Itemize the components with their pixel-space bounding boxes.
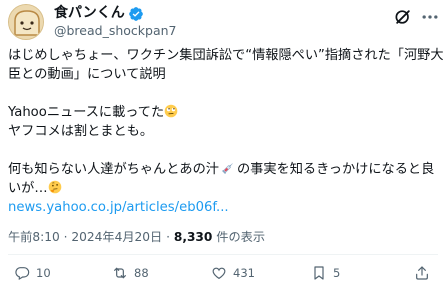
syringe-emoji-icon — [222, 163, 233, 174]
tweet-line: はじめしゃちょー、ワクチン集団訴訟で“情報隠ぺい”指摘された「河野大 — [8, 48, 444, 63]
reply-icon — [15, 267, 30, 281]
tweet-line-with-emoji: 何も知らない人達がちゃんとあの汁 の事実を知るきっかけになると良 — [8, 160, 438, 179]
tweet-line-text: Yahooニュースに載ってた — [8, 105, 165, 120]
verified-badge-icon — [128, 6, 143, 21]
view-count: 8,330 — [173, 230, 213, 244]
like-button[interactable]: 431 — [211, 262, 255, 284]
like-count: 431 — [233, 266, 255, 280]
action-bar: 10 88 431 5 — [0, 262, 444, 284]
rolling-eyes-emoji-icon — [164, 104, 178, 118]
tweet-time[interactable]: 午前8:10 — [8, 230, 60, 244]
bookmark-button[interactable]: 5 — [311, 262, 340, 284]
heart-icon — [212, 267, 226, 280]
bookmark-icon — [314, 266, 324, 280]
tweet-text: はじめしゃちょー、ワクチン集団訴訟で“情報隠ぺい”指摘された「河野大 臣との動画… — [8, 46, 444, 217]
reply-count: 10 — [36, 266, 51, 280]
retweet-icon — [114, 267, 126, 279]
meta-separator: · — [59, 230, 72, 244]
share-icon — [416, 266, 428, 280]
tweet-line-text: いが… — [8, 181, 48, 196]
article-link[interactable]: news.yahoo.co.jp/articles/eb06f... — [8, 198, 438, 217]
retweet-count: 88 — [134, 266, 149, 280]
tweet-line-with-emoji: いが… — [8, 179, 438, 198]
tweet-line-with-emoji: Yahooニュースに載ってた — [8, 103, 438, 122]
tweet-meta: 午前8:10 · 2024年4月20日 · 8,330 件の表示 — [8, 229, 265, 245]
author-avatar[interactable] — [8, 4, 44, 40]
author-handle[interactable]: @bread_shockpan7 — [54, 23, 177, 39]
tweet-date[interactable]: 2024年4月20日 — [71, 230, 162, 244]
view-count-label: 件の表示 — [212, 230, 266, 244]
tweet-header: 食パンくん @bread_shockpan7 — [0, 0, 444, 46]
divider — [8, 254, 438, 255]
thinking-face-emoji-icon — [48, 180, 61, 194]
bookmark-count: 5 — [333, 266, 341, 280]
tweet-line: ヤフコメは割とまとも。 — [8, 124, 154, 139]
more-icon[interactable] — [420, 7, 440, 27]
reply-button[interactable]: 10 — [14, 262, 51, 284]
meta-separator: · — [162, 230, 174, 244]
share-button[interactable] — [414, 262, 430, 284]
tweet-line-text: 何も知らない人達がちゃんとあの汁 — [8, 162, 219, 177]
retweet-button[interactable]: 88 — [112, 262, 149, 284]
grok-icon[interactable] — [393, 7, 413, 27]
tweet-line-text: の事実を知るきっかけになると良 — [237, 162, 435, 177]
author-name-line[interactable]: 食パンくん — [54, 5, 144, 22]
tweet-line: 臣との動画」について説明 — [8, 67, 166, 82]
author-display-name[interactable]: 食パンくん — [54, 5, 125, 22]
